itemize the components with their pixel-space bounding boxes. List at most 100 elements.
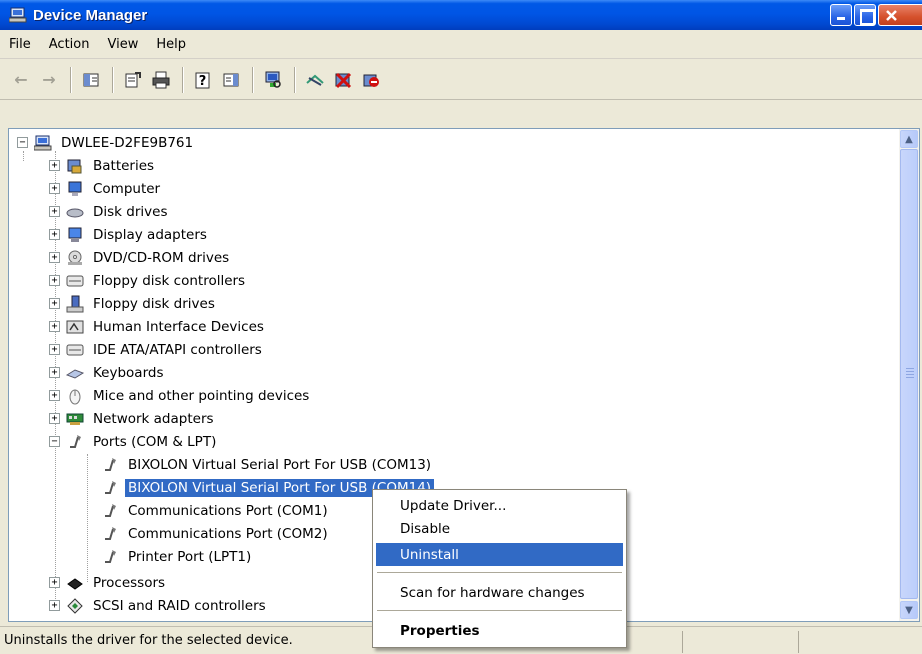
toolbar-separator	[182, 66, 184, 93]
tree-item-label: Network adapters	[93, 410, 214, 427]
tree-item-disk-drives[interactable]: + Disk drives	[49, 200, 171, 223]
scan-hardware-icon	[265, 71, 281, 88]
toolbar: ← → ?	[0, 60, 922, 100]
menu-help[interactable]: Help	[147, 37, 195, 52]
keyboard-icon	[66, 364, 84, 382]
mouse-icon	[66, 387, 84, 405]
floppy-drive-icon	[66, 295, 84, 313]
port-item-com2[interactable]: Communications Port (COM2)	[101, 522, 331, 545]
svg-text:?: ?	[199, 74, 207, 89]
port-icon	[101, 456, 119, 474]
port-item-lpt1[interactable]: Printer Port (LPT1)	[101, 545, 254, 568]
expand-icon[interactable]: +	[49, 252, 60, 263]
tree-item-display-adapters[interactable]: + Display adapters	[49, 223, 210, 246]
context-item-label: Properties	[400, 622, 480, 639]
expand-icon[interactable]: +	[49, 600, 60, 611]
tree-item-ide-ata-atapi-controllers[interactable]: + IDE ATA/ATAPI controllers	[49, 338, 265, 361]
disk-drive-icon	[66, 203, 84, 221]
collapse-icon[interactable]: −	[49, 436, 60, 447]
toolbar-separator	[70, 66, 72, 93]
port-item-com13[interactable]: BIXOLON Virtual Serial Port For USB (COM…	[101, 453, 434, 476]
toolbar-separator	[252, 66, 254, 93]
uninstall-button[interactable]	[330, 67, 356, 93]
expand-icon[interactable]: +	[49, 298, 60, 309]
tree-item-human-interface-devices[interactable]: + Human Interface Devices	[49, 315, 267, 338]
device-manager-window: Device Manager File Action View Help ← →	[0, 0, 922, 654]
expand-icon[interactable]: +	[49, 344, 60, 355]
expand-icon[interactable]: +	[49, 160, 60, 171]
tree-item-batteries[interactable]: + Batteries	[49, 154, 157, 177]
tree-item-floppy-disk-controllers[interactable]: + Floppy disk controllers	[49, 269, 248, 292]
menu-action[interactable]: Action	[40, 37, 99, 52]
tree-item-ports[interactable]: − Ports (COM & LPT)	[49, 430, 219, 453]
context-uninstall[interactable]: Uninstall	[376, 543, 623, 566]
tree-item-label: DVD/CD-ROM drives	[93, 249, 230, 266]
show-hide-tree-button[interactable]	[78, 67, 104, 93]
port-icon	[101, 479, 119, 497]
expand-icon[interactable]: +	[49, 321, 60, 332]
expand-icon[interactable]: +	[49, 206, 60, 217]
scan-hardware-button[interactable]	[260, 67, 286, 93]
context-disable[interactable]: Disable	[376, 517, 623, 540]
tree-item-scsi-raid-controllers[interactable]: + SCSI and RAID controllers	[49, 594, 269, 617]
port-icon	[66, 433, 84, 451]
menu-file[interactable]: File	[0, 37, 40, 52]
tree-item-mice[interactable]: + Mice and other pointing devices	[49, 384, 312, 407]
menu-view[interactable]: View	[98, 37, 147, 52]
tree-root[interactable]: − DWLEE-D2FE9B761	[17, 131, 196, 154]
scroll-up-button[interactable]: ▲	[900, 130, 918, 148]
title-bar[interactable]: Device Manager	[0, 0, 922, 30]
ide-controller-icon	[66, 341, 84, 359]
tree-item-label: Floppy disk drives	[93, 295, 215, 312]
expand-icon[interactable]: +	[49, 183, 60, 194]
update-driver-icon	[306, 74, 324, 86]
tree-item-floppy-disk-drives[interactable]: + Floppy disk drives	[49, 292, 218, 315]
port-icon	[101, 502, 119, 520]
expand-icon[interactable]: +	[49, 390, 60, 401]
properties-button[interactable]	[120, 67, 146, 93]
menu-bar: File Action View Help	[0, 30, 922, 59]
scroll-down-button[interactable]: ▼	[900, 601, 918, 619]
port-item-label: Printer Port (LPT1)	[128, 548, 252, 565]
context-scan-hardware[interactable]: Scan for hardware changes	[376, 581, 623, 604]
tree-item-keyboards[interactable]: + Keyboards	[49, 361, 167, 384]
minimize-button[interactable]	[830, 4, 852, 26]
back-button[interactable]: ←	[8, 67, 34, 93]
context-update-driver[interactable]: Update Driver...	[376, 494, 623, 517]
back-arrow-icon: ←	[14, 70, 28, 89]
tree-item-computer[interactable]: + Computer	[49, 177, 163, 200]
show-hide-action-pane-button[interactable]	[218, 67, 244, 93]
processor-icon	[66, 574, 84, 592]
port-item-label: Communications Port (COM1)	[128, 502, 328, 519]
close-button[interactable]	[878, 4, 922, 26]
tree-item-processors[interactable]: + Processors	[49, 571, 168, 594]
forward-button[interactable]: →	[36, 67, 62, 93]
context-item-label: Disable	[400, 520, 451, 537]
vertical-scrollbar[interactable]: ▲ ▼	[899, 129, 919, 621]
help-button[interactable]: ?	[190, 67, 216, 93]
display-adapter-icon	[66, 226, 84, 244]
hid-icon	[66, 318, 84, 336]
update-driver-button[interactable]	[302, 67, 328, 93]
port-item-label: BIXOLON Virtual Serial Port For USB (COM…	[128, 456, 432, 473]
tree-item-network-adapters[interactable]: + Network adapters	[49, 407, 217, 430]
scroll-thumb[interactable]	[900, 149, 918, 599]
port-item-com1[interactable]: Communications Port (COM1)	[101, 499, 331, 522]
maximize-button[interactable]	[854, 4, 876, 26]
context-properties[interactable]: Properties	[376, 619, 623, 642]
window-title: Device Manager	[33, 6, 148, 24]
collapse-icon[interactable]: −	[17, 137, 28, 148]
print-button[interactable]	[148, 67, 174, 93]
context-separator	[377, 572, 622, 573]
expand-icon[interactable]: +	[49, 275, 60, 286]
expand-icon[interactable]: +	[49, 367, 60, 378]
disable-button[interactable]	[358, 67, 384, 93]
expand-icon[interactable]: +	[49, 577, 60, 588]
context-item-label: Scan for hardware changes	[400, 584, 585, 601]
expand-icon[interactable]: +	[49, 229, 60, 240]
expand-icon[interactable]: +	[49, 413, 60, 424]
tree-item-label: Mice and other pointing devices	[93, 387, 310, 404]
tree-item-label: Display adapters	[93, 226, 207, 243]
tree-item-dvd-cd-rom-drives[interactable]: + DVD/CD-ROM drives	[49, 246, 232, 269]
port-item-label: Communications Port (COM2)	[128, 525, 328, 542]
